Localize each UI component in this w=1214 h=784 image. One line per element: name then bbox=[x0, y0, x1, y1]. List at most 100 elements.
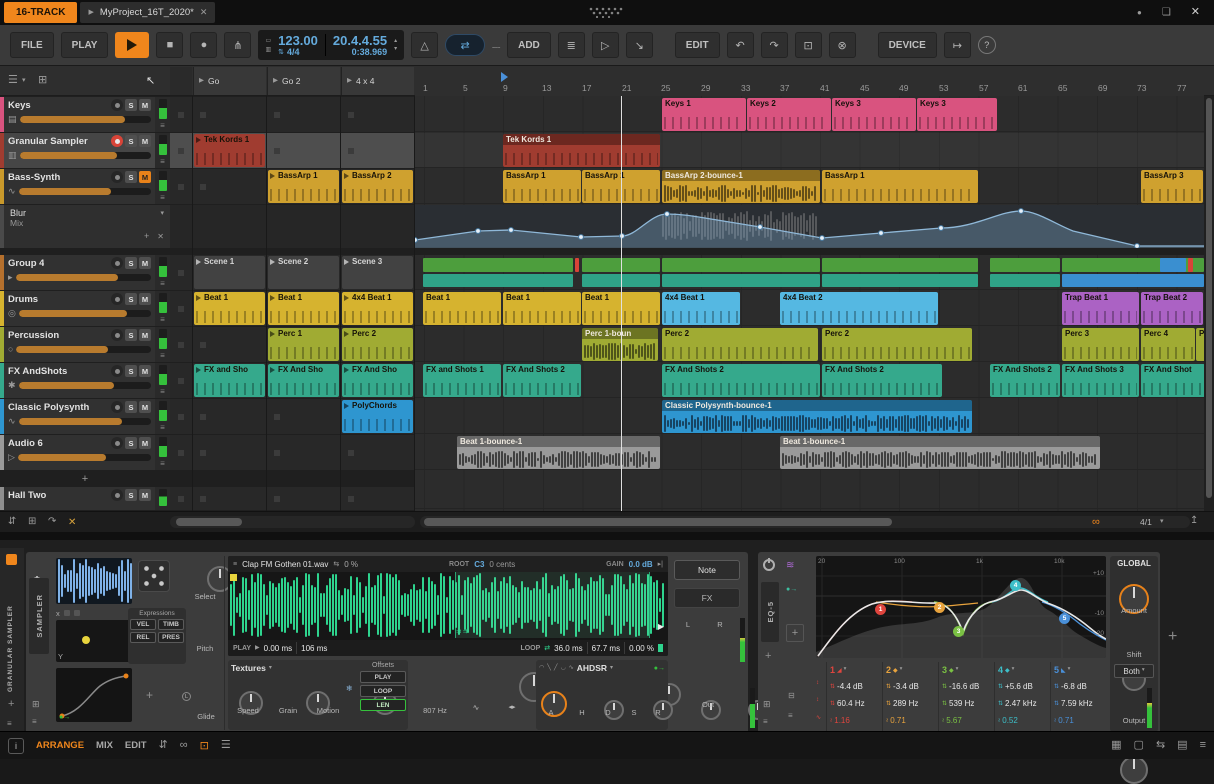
eq-band-handle-3[interactable]: 3 bbox=[953, 626, 964, 637]
x-mod-arrow-icon[interactable] bbox=[73, 610, 80, 616]
launcher-clip-bassarp-2[interactable]: BassArp 2 bbox=[342, 170, 413, 203]
clip-play-icon[interactable] bbox=[344, 330, 349, 337]
solo-button[interactable]: S bbox=[125, 365, 137, 377]
mode-dropdown[interactable]: Both ▾ bbox=[1114, 664, 1154, 678]
insert-device-icon[interactable]: ↦ bbox=[943, 32, 971, 58]
groove-shuffle-button[interactable]: ⋔ bbox=[224, 32, 252, 58]
arranger-clip-fx-shots-3[interactable]: FX And Shots 3 bbox=[1062, 364, 1139, 397]
timeline-ruler[interactable]: 1 5 9 13 17 21 25 29 33 37 41 45 49 53 57 61 65 69 73 77 bbox=[415, 66, 1204, 96]
file-menu-button[interactable]: FILE bbox=[10, 32, 54, 58]
xy-pad[interactable]: Y bbox=[56, 620, 132, 662]
timesig-value[interactable]: 4/4 bbox=[287, 47, 300, 57]
arranger-timeline[interactable]: Keys 1 Keys 2 Keys 3 Keys 3 Tek Kords 1 … bbox=[415, 96, 1204, 511]
remote-controls-icon[interactable]: ⊞ bbox=[763, 700, 771, 709]
mute-button[interactable]: M bbox=[139, 489, 151, 501]
loop-mode-icon[interactable]: ⇄ bbox=[544, 645, 550, 652]
mute-button-active[interactable]: M bbox=[139, 171, 151, 183]
track-list-menu-arrow-icon[interactable]: ▾ bbox=[22, 77, 26, 84]
zoom-menu-icon[interactable]: ▾ bbox=[1160, 518, 1164, 525]
stretch-mode-icon[interactable]: ⇆ bbox=[333, 561, 339, 568]
close-window-icon[interactable]: ✕ bbox=[1191, 7, 1200, 18]
loop-start-value[interactable]: 36.0 ms bbox=[554, 644, 582, 653]
browser-panel-icon[interactable]: ▤ bbox=[1177, 740, 1187, 751]
arranger-clip-fx-shots-2[interactable]: FX And Shots 2 bbox=[822, 364, 942, 397]
fx-tab[interactable]: FX bbox=[674, 588, 740, 608]
add-automation-lane-button[interactable]: + bbox=[144, 232, 149, 241]
launcher-clip-beat-1[interactable]: Beat 1 bbox=[194, 292, 265, 325]
track-menu-icon[interactable]: ≡ bbox=[160, 157, 165, 166]
mute-button[interactable]: M bbox=[139, 437, 151, 449]
env-shape-icon[interactable]: ∿ bbox=[569, 665, 574, 671]
output-knob[interactable] bbox=[1120, 756, 1148, 784]
arranger-clip-keys-1[interactable]: Keys 1 bbox=[662, 98, 746, 131]
arranger-clip-trap-beat-1[interactable]: Trap Beat 1 bbox=[1062, 292, 1139, 325]
launcher-clip-fx-3[interactable]: FX And Sho bbox=[342, 364, 413, 397]
arranger-clip-keys-3b[interactable]: Keys 3 bbox=[917, 98, 997, 131]
track-header-audio-6[interactable]: Audio 6 SM ▷ ≡ bbox=[0, 435, 170, 470]
env-shape-icon[interactable]: ╱ bbox=[554, 665, 558, 671]
launcher-hscrollbar-thumb[interactable] bbox=[176, 518, 242, 526]
launcher-row-group[interactable]: Scene 1 Scene 2 Scene 3 bbox=[170, 255, 415, 290]
arranger-clip-tek-kords[interactable]: Tek Kords 1 bbox=[503, 134, 660, 167]
remove-automation-lane-button[interactable]: ✕ bbox=[157, 232, 164, 241]
sampler-tab[interactable]: SAMPLER bbox=[29, 578, 49, 654]
clip-grid-icon[interactable]: ⊞ bbox=[28, 517, 36, 527]
band-freq-value[interactable]: ⇅ 60.4 Hz bbox=[830, 695, 880, 712]
arranger-clip-perc-3[interactable]: Perc 3 bbox=[1062, 328, 1139, 361]
monitor-button[interactable] bbox=[111, 437, 123, 449]
track-menu-icon[interactable]: ≡ bbox=[160, 423, 165, 432]
arranger-clip-bassarp-3[interactable]: BassArp 3 bbox=[1141, 170, 1203, 203]
eq5-tab[interactable]: EQ-5 bbox=[761, 582, 779, 642]
launcher-clip-4x4-beat-1[interactable]: 4x4 Beat 1 bbox=[342, 292, 413, 325]
arranger-clip-beat-bounce-2[interactable]: Beat 1-bounce-1 bbox=[780, 436, 1100, 469]
env-shape-icon[interactable]: ◠ bbox=[539, 665, 544, 671]
monitor-button[interactable] bbox=[111, 489, 123, 501]
launcher-row-bass[interactable]: BassArp 1 BassArp 2 bbox=[170, 169, 415, 204]
launcher-clip-perc-2[interactable]: Perc 2 bbox=[342, 328, 413, 361]
mute-button[interactable]: M bbox=[139, 329, 151, 341]
launcher-row-keys[interactable] bbox=[170, 97, 415, 132]
expression-timb-button[interactable]: TIMB bbox=[158, 619, 184, 630]
add-track-row[interactable]: + bbox=[0, 471, 170, 486]
scene-scroll-icon[interactable]: ⇵ bbox=[8, 517, 16, 527]
band-gain-value[interactable]: ⇅ -6.8 dB bbox=[1054, 678, 1104, 695]
io-routing-panel-icon[interactable]: ⇆ bbox=[1156, 740, 1165, 751]
delete-button[interactable]: ⊗ bbox=[828, 32, 856, 58]
eq-band-handle-1[interactable]: 1 bbox=[875, 604, 886, 615]
arranger-clip-fx-shots-2[interactable]: FX And Shots 2 bbox=[503, 364, 581, 397]
arranger-clip-4x4-beat-1[interactable]: 4x4 Beat 1 bbox=[662, 292, 740, 325]
device-power-button[interactable] bbox=[763, 558, 775, 571]
detail-panel-icon[interactable]: ≡ bbox=[1200, 740, 1206, 751]
expand-icon[interactable]: ⊟ bbox=[788, 692, 795, 700]
launcher-clip-fx-2[interactable]: FX And Sho bbox=[268, 364, 339, 397]
scene-header-go[interactable]: ▶ Go bbox=[193, 67, 266, 95]
spectrum-toggle-icon[interactable]: ≋ bbox=[786, 560, 794, 571]
track-menu-icon[interactable]: ≡ bbox=[160, 193, 165, 202]
clip-play-icon[interactable] bbox=[196, 258, 201, 265]
motion-curve-display[interactable]: ●→ bbox=[56, 668, 132, 722]
launcher-hscrollbar[interactable] bbox=[170, 516, 415, 528]
track-header-fx-andshots[interactable]: FX AndShots S M ✱ ≡ bbox=[0, 363, 170, 398]
mod-slot-plus-button[interactable]: + bbox=[786, 624, 804, 642]
eq-band-column-1[interactable]: 1 ◢ ▾ ⇅ -4.4 dB ⇅ 60.4 Hz ≀ 1.16 bbox=[826, 662, 880, 732]
eq-band-column-4[interactable]: 4 ◆ ▾ ⇅ +5.6 dB ⇅ 2.47 kHz ≀ 0.52 bbox=[994, 662, 1048, 732]
env-mod-out-icon[interactable]: ●→ bbox=[654, 665, 665, 672]
volume-fader[interactable] bbox=[16, 345, 151, 353]
group-folder-icon[interactable]: ▸ bbox=[8, 272, 13, 283]
preview-play-icon[interactable]: ▶ bbox=[658, 622, 664, 631]
band-q-value[interactable]: ≀ 5.67 bbox=[942, 712, 992, 729]
arranger-play-icon[interactable]: ▷ bbox=[591, 32, 619, 58]
launcher-clip-fx-1[interactable]: FX and Sho bbox=[194, 364, 265, 397]
sample-waveform-display[interactable]: ≡ Clap FM Gothen 01.wav ⇆ 0 % ROOT C3 0 … bbox=[228, 556, 668, 656]
panel-grid-icon[interactable]: ▦ bbox=[1111, 740, 1121, 751]
band-freq-value[interactable]: ⇅ 2.47 kHz bbox=[998, 695, 1048, 712]
launcher-overdub-icon[interactable]: ≣ bbox=[557, 32, 585, 58]
play-menu-button[interactable]: PLAY bbox=[60, 32, 109, 58]
volume-fader[interactable] bbox=[18, 188, 151, 195]
volume-fader[interactable] bbox=[18, 382, 151, 389]
root-cents-value[interactable]: 0 cents bbox=[489, 560, 515, 569]
expression-pres-button[interactable]: PRES bbox=[158, 632, 184, 643]
solo-button[interactable]: S bbox=[125, 135, 137, 147]
expression-rel-button[interactable]: REL bbox=[130, 632, 156, 643]
solo-button[interactable]: S bbox=[125, 329, 137, 341]
